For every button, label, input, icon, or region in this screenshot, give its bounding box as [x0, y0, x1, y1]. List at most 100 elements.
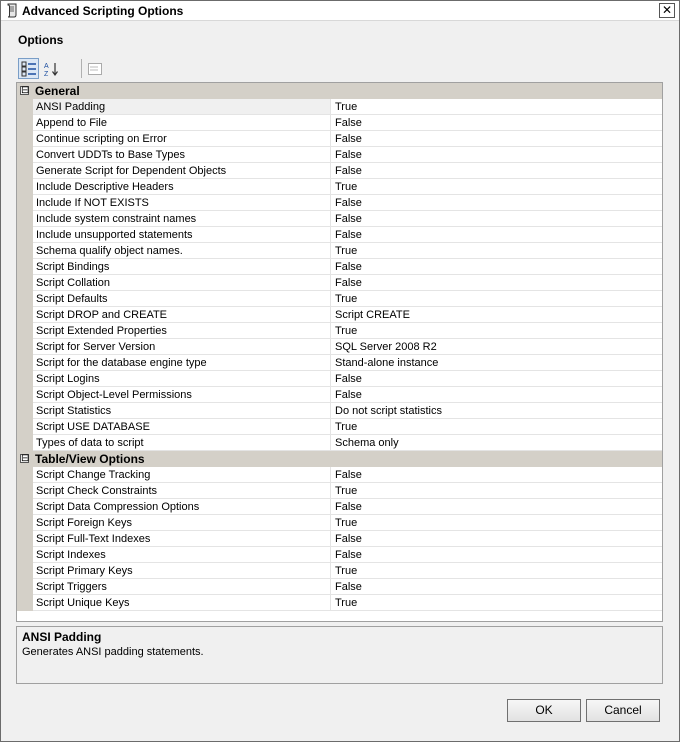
- property-name[interactable]: Append to File: [33, 115, 331, 131]
- property-value[interactable]: False: [331, 499, 662, 515]
- property-name[interactable]: Include system constraint names: [33, 211, 331, 227]
- property-row[interactable]: Script Object-Level Permissions False: [17, 387, 662, 403]
- property-row[interactable]: Script Bindings False: [17, 259, 662, 275]
- property-name[interactable]: Continue scripting on Error: [33, 131, 331, 147]
- ok-button[interactable]: OK: [507, 699, 581, 722]
- property-pages-icon[interactable]: [84, 58, 105, 79]
- property-name[interactable]: Script Indexes: [33, 547, 331, 563]
- property-row[interactable]: Script Indexes False: [17, 547, 662, 563]
- property-value[interactable]: Do not script statistics: [331, 403, 662, 419]
- category-row[interactable]: ⊟ Table/View Options: [17, 451, 662, 467]
- property-row[interactable]: Continue scripting on Error False: [17, 131, 662, 147]
- property-row[interactable]: Script Defaults True: [17, 291, 662, 307]
- property-row[interactable]: Generate Script for Dependent Objects Fal…: [17, 163, 662, 179]
- property-row[interactable]: Script Triggers False: [17, 579, 662, 595]
- property-value[interactable]: False: [331, 531, 662, 547]
- property-row[interactable]: Script Foreign Keys True: [17, 515, 662, 531]
- collapse-icon[interactable]: ⊟: [20, 86, 29, 96]
- property-row[interactable]: Convert UDDTs to Base Types False: [17, 147, 662, 163]
- property-value[interactable]: SQL Server 2008 R2: [331, 339, 662, 355]
- property-row[interactable]: Types of data to script Schema only: [17, 435, 662, 451]
- collapse-icon[interactable]: ⊟: [20, 454, 29, 464]
- property-name[interactable]: Script DROP and CREATE: [33, 307, 331, 323]
- property-row[interactable]: Script Extended Properties True: [17, 323, 662, 339]
- property-value[interactable]: True: [331, 291, 662, 307]
- property-row[interactable]: Include system constraint names False: [17, 211, 662, 227]
- property-row[interactable]: Script Collation False: [17, 275, 662, 291]
- property-name[interactable]: Types of data to script: [33, 435, 331, 451]
- property-value[interactable]: False: [331, 579, 662, 595]
- property-name[interactable]: ANSI Padding: [33, 99, 331, 115]
- property-value[interactable]: Schema only: [331, 435, 662, 451]
- property-value[interactable]: True: [331, 323, 662, 339]
- property-value[interactable]: True: [331, 419, 662, 435]
- property-value[interactable]: True: [331, 595, 662, 611]
- alphabetical-icon[interactable]: A Z: [41, 58, 62, 79]
- property-name[interactable]: Include If NOT EXISTS: [33, 195, 331, 211]
- property-row[interactable]: Script Check Constraints True: [17, 483, 662, 499]
- property-name[interactable]: Script Check Constraints: [33, 483, 331, 499]
- property-name[interactable]: Script Primary Keys: [33, 563, 331, 579]
- property-name[interactable]: Include Descriptive Headers: [33, 179, 331, 195]
- property-value[interactable]: False: [331, 371, 662, 387]
- property-name[interactable]: Script Collation: [33, 275, 331, 291]
- property-name[interactable]: Script Object-Level Permissions: [33, 387, 331, 403]
- property-value[interactable]: True: [331, 99, 662, 115]
- property-value[interactable]: False: [331, 195, 662, 211]
- property-row[interactable]: Script Unique Keys True: [17, 595, 662, 611]
- property-row[interactable]: Script Data Compression Options False: [17, 499, 662, 515]
- property-name[interactable]: Script Defaults: [33, 291, 331, 307]
- property-value[interactable]: False: [331, 211, 662, 227]
- property-row[interactable]: Script for the database engine type Stand…: [17, 355, 662, 371]
- property-value[interactable]: True: [331, 243, 662, 259]
- property-value[interactable]: True: [331, 563, 662, 579]
- property-name[interactable]: Script Triggers: [33, 579, 331, 595]
- property-name[interactable]: Script for the database engine type: [33, 355, 331, 371]
- property-row[interactable]: Include Descriptive Headers True: [17, 179, 662, 195]
- property-value[interactable]: False: [331, 163, 662, 179]
- property-row[interactable]: ANSI Padding True: [17, 99, 662, 115]
- property-value[interactable]: True: [331, 515, 662, 531]
- property-name[interactable]: Script Foreign Keys: [33, 515, 331, 531]
- property-name[interactable]: Script for Server Version: [33, 339, 331, 355]
- close-icon[interactable]: ✕: [659, 3, 675, 18]
- property-row[interactable]: Script Logins False: [17, 371, 662, 387]
- property-name[interactable]: Script Data Compression Options: [33, 499, 331, 515]
- property-row[interactable]: Append to File False: [17, 115, 662, 131]
- property-row[interactable]: Script for Server Version SQL Server 2008…: [17, 339, 662, 355]
- property-name[interactable]: Convert UDDTs to Base Types: [33, 147, 331, 163]
- property-name[interactable]: Script Logins: [33, 371, 331, 387]
- property-value[interactable]: Stand-alone instance: [331, 355, 662, 371]
- property-value[interactable]: True: [331, 179, 662, 195]
- property-row[interactable]: Script Change Tracking False: [17, 467, 662, 483]
- property-row[interactable]: Script DROP and CREATE Script CREATE: [17, 307, 662, 323]
- property-value[interactable]: False: [331, 467, 662, 483]
- property-value[interactable]: False: [331, 227, 662, 243]
- property-name[interactable]: Schema qualify object names.: [33, 243, 331, 259]
- property-value[interactable]: Script CREATE: [331, 307, 662, 323]
- property-name[interactable]: Script Full-Text Indexes: [33, 531, 331, 547]
- property-value[interactable]: False: [331, 147, 662, 163]
- property-row[interactable]: Script Statistics Do not script statistic…: [17, 403, 662, 419]
- property-name[interactable]: Script Extended Properties: [33, 323, 331, 339]
- property-value[interactable]: False: [331, 275, 662, 291]
- property-value[interactable]: False: [331, 131, 662, 147]
- category-row[interactable]: ⊟ General: [17, 83, 662, 99]
- property-name[interactable]: Script USE DATABASE: [33, 419, 331, 435]
- property-value[interactable]: False: [331, 547, 662, 563]
- property-name[interactable]: Script Change Tracking: [33, 467, 331, 483]
- property-row[interactable]: Include If NOT EXISTS False: [17, 195, 662, 211]
- property-row[interactable]: Script Full-Text Indexes False: [17, 531, 662, 547]
- property-name[interactable]: Script Unique Keys: [33, 595, 331, 611]
- property-name[interactable]: Script Statistics: [33, 403, 331, 419]
- property-name[interactable]: Include unsupported statements: [33, 227, 331, 243]
- property-row[interactable]: Script Primary Keys True: [17, 563, 662, 579]
- cancel-button[interactable]: Cancel: [586, 699, 660, 722]
- property-name[interactable]: Script Bindings: [33, 259, 331, 275]
- property-row[interactable]: Script USE DATABASE True: [17, 419, 662, 435]
- property-name[interactable]: Generate Script for Dependent Objects: [33, 163, 331, 179]
- property-value[interactable]: False: [331, 387, 662, 403]
- property-row[interactable]: Schema qualify object names. True: [17, 243, 662, 259]
- property-row[interactable]: Include unsupported statements False: [17, 227, 662, 243]
- categorized-icon[interactable]: [18, 58, 39, 79]
